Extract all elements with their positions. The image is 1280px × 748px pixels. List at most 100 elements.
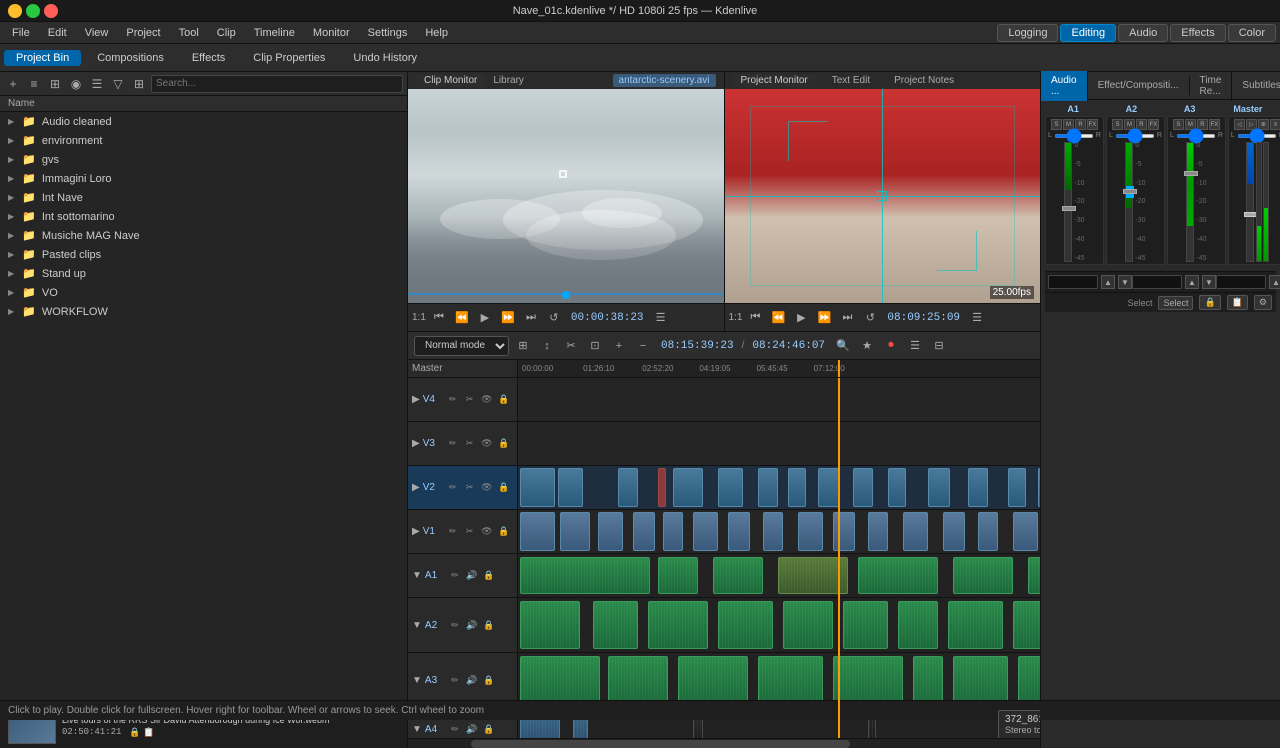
a2-collapse[interactable]: ▼ [412,620,422,631]
a1-mute-btn[interactable]: 🔊 [465,569,479,583]
menu-project[interactable]: Project [118,25,168,41]
v2-clip-7[interactable] [788,468,806,507]
tab-compositions[interactable]: Compositions [85,50,176,66]
proj-skip-start-button[interactable]: ⏮ [745,308,765,328]
a1-clip-3[interactable] [713,557,763,594]
minimize-button[interactable] [8,4,22,18]
tab-project-notes[interactable]: Project Notes [886,74,962,87]
tab-clip-monitor[interactable]: Clip Monitor [416,74,485,87]
bin-filter-button[interactable]: ▽ [109,75,127,93]
v2-scissor-btn[interactable]: ✂ [463,481,477,495]
v3-scissor-btn[interactable]: ✂ [463,437,477,451]
tl-track-v4[interactable] [518,378,1040,422]
tab-time-re[interactable]: Time Re... [1190,71,1233,101]
a4-edit-btn[interactable]: ✏ [448,723,462,737]
v1-scissor-btn[interactable]: ✂ [463,525,477,539]
tab-clip-properties[interactable]: Clip Properties [241,50,337,66]
menu-clip[interactable]: Clip [209,25,244,41]
v2-clip-10[interactable] [888,468,906,507]
bin-add-button[interactable]: + [4,75,22,93]
search-input[interactable] [151,75,403,93]
a1-clip-1[interactable] [520,557,650,594]
audio-button[interactable]: Audio [1118,24,1168,42]
a1-db-input[interactable]: -5.94dB [1048,275,1098,289]
proj-skip-end-button[interactable]: ⏭ [837,308,857,328]
proj-menu-button[interactable]: ☰ [967,308,987,328]
v1-clip-9[interactable] [798,512,823,551]
v3-mute-btn[interactable]: 👁 [480,437,494,451]
project-monitor-video[interactable]: 25.00fps [725,89,1041,303]
tab-effect-compositi[interactable]: Effect/Compositi... [1088,76,1190,95]
bin-icon-button[interactable]: ⊞ [46,75,64,93]
close-button[interactable] [44,4,58,18]
v2-clip-1[interactable] [520,468,555,507]
tl-group-button[interactable]: ⊡ [585,336,605,356]
a2-db-input[interactable]: 0.00dB [1132,275,1182,289]
v3-collapse[interactable]: ▶ [412,438,420,449]
v2-collapse[interactable]: ▶ [412,482,420,493]
timeline-scrollbar-thumb[interactable] [471,740,850,748]
a1-collapse[interactable]: ▼ [412,570,422,581]
a3-edit-btn[interactable]: ✏ [448,673,462,687]
a3-fader-knob[interactable] [1184,171,1198,176]
select-mode-btn[interactable]: Select [1158,296,1193,310]
settings-mixer-btn[interactable]: ⚙ [1254,295,1272,310]
a3-clip-8[interactable] [1018,656,1040,704]
logging-button[interactable]: Logging [997,24,1058,42]
a3-collapse[interactable]: ▼ [412,675,422,686]
a2-clip-4[interactable] [718,601,773,649]
a1-db-up-btn[interactable]: ▲ [1101,275,1115,289]
proj-loop-button[interactable]: ↺ [860,308,880,328]
a3-pan-slider[interactable] [1176,134,1216,138]
effects-button[interactable]: Effects [1170,24,1225,42]
a3-lock-btn[interactable]: 🔒 [482,673,496,687]
clip-menu-button[interactable]: ☰ [651,308,671,328]
a2-clip-6[interactable] [843,601,888,649]
v1-clip-13[interactable] [943,512,965,551]
v2-clip-12[interactable] [968,468,988,507]
lock-mixer-btn[interactable]: 🔒 [1199,295,1220,310]
folder-stand-up[interactable]: ▶ 📁 Stand up [0,264,407,283]
a1-pan-slider[interactable] [1054,134,1094,138]
a2-clip-8[interactable] [948,601,1003,649]
tl-settings-btn[interactable]: ☰ [905,336,925,356]
a2-pan-slider[interactable] [1115,134,1155,138]
folder-immagini-loro[interactable]: ▶ 📁 Immagini Loro [0,169,407,188]
bin-menu-button[interactable]: ☰ [88,75,106,93]
v2-clip-5[interactable] [718,468,743,507]
a3-clip-2[interactable] [608,656,668,704]
a3-clip-6[interactable] [913,656,943,704]
v1-clip-15[interactable] [1013,512,1038,551]
a3-clip-7[interactable] [953,656,1008,704]
tab-text-edit[interactable]: Text Edit [824,74,878,87]
v1-clip-14[interactable] [978,512,998,551]
a1-db-down-btn[interactable]: ▼ [1118,275,1132,289]
v2-clip-13[interactable] [1008,468,1026,507]
menu-edit[interactable]: Edit [40,25,75,41]
tab-library[interactable]: Library [485,74,532,87]
clip-mixer-btn[interactable]: 📋 [1227,295,1248,310]
bin-sort-button[interactable]: ⊞ [130,75,148,93]
v1-clip-2[interactable] [560,512,590,551]
a2-db-up-btn[interactable]: ▲ [1185,275,1199,289]
v1-clip-4[interactable] [633,512,655,551]
v2-clip-14[interactable] [1038,468,1040,507]
v1-clip-1[interactable] [520,512,555,551]
tl-track-v1[interactable] [518,510,1040,554]
tl-track-a1[interactable] [518,554,1040,598]
maximize-button[interactable] [26,4,40,18]
tl-snap-button[interactable]: ⊞ [513,336,533,356]
a3-clip-5[interactable] [833,656,903,704]
a3-clip-4[interactable] [758,656,823,704]
v2-clip-red[interactable] [658,468,666,507]
proj-prev-frame-button[interactable]: ⏪ [768,308,788,328]
v3-lock-btn[interactable]: 🔒 [497,437,511,451]
tl-extract-button[interactable]: − [633,336,653,356]
v2-mute-btn[interactable]: 👁 [480,481,494,495]
v2-clip-4[interactable] [673,468,703,507]
a1-clip-5[interactable] [858,557,938,594]
v4-scissor-btn[interactable]: ✂ [463,393,477,407]
v1-edit-btn[interactable]: ✏ [446,525,460,539]
tab-project-monitor[interactable]: Project Monitor [733,74,816,87]
v2-edit-btn[interactable]: ✏ [446,481,460,495]
